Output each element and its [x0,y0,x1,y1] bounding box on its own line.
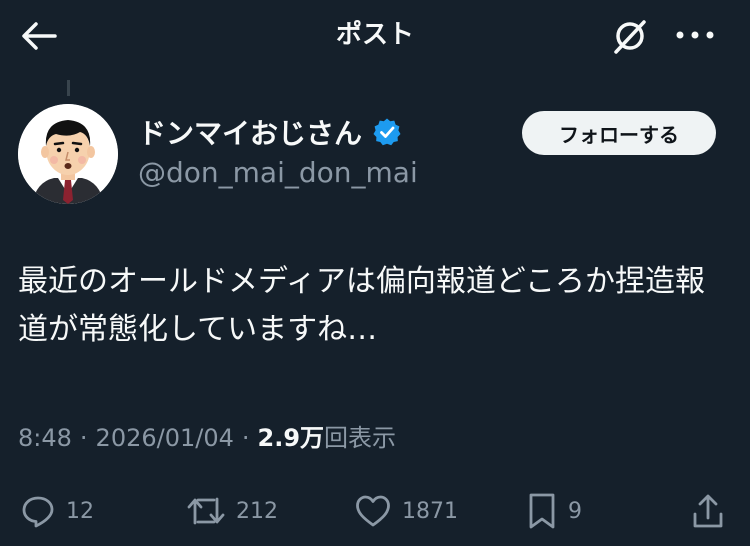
like-button[interactable]: 1871 [354,486,458,536]
more-dots-icon [676,31,714,39]
reply-count: 12 [66,498,94,524]
post-text: 最近のオールドメディアは偏向報道どころか捏造報道が常態化していますね… [18,264,705,347]
repost-button[interactable]: 212 [186,486,278,536]
follow-button[interactable]: フォローする [522,111,716,155]
grok-icon [614,20,646,54]
more-options-button[interactable] [666,14,724,56]
views-count[interactable]: 2.9 [258,424,301,452]
post-date[interactable]: 2026/01/04 [96,424,234,452]
heart-icon [356,495,390,527]
share-button[interactable] [690,486,726,536]
top-bar: ポスト [0,0,750,72]
action-bar: 12 212 1871 9 [0,486,750,536]
avatar[interactable] [18,104,118,204]
bookmark-count: 9 [568,498,582,524]
reply-icon [22,496,54,528]
views-label: 回表示 [324,424,397,452]
views-unit: 万 [300,424,325,452]
like-count: 1871 [402,498,458,524]
post-meta: 8:48 · 2026/01/04 · 2.9 万 回表示 [18,418,396,453]
meta-separator: · [79,424,88,452]
repost-count: 212 [236,498,278,524]
share-icon [693,494,723,528]
bookmark-icon [529,493,555,529]
avatar-illustration [18,104,118,204]
bookmark-button[interactable]: 9 [526,486,582,536]
author-name-row: ドンマイおじさん [138,112,402,152]
author-handle[interactable]: @don_mai_don_mai [138,156,418,189]
post-time[interactable]: 8:48 [18,424,72,452]
author-display-name[interactable]: ドンマイおじさん [138,112,362,152]
grok-button[interactable] [606,12,654,60]
verified-badge-icon [373,118,401,146]
meta-separator: · [241,424,250,452]
reply-button[interactable]: 12 [20,486,94,536]
repost-icon [187,497,225,525]
thread-connector-line [67,80,70,96]
